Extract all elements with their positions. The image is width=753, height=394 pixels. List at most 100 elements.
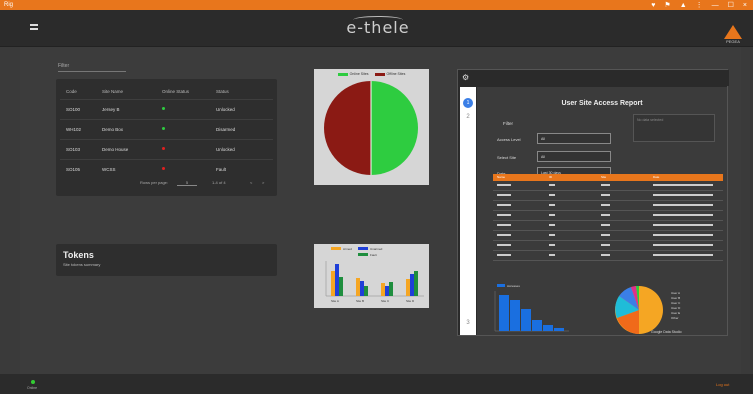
bar [406,279,410,296]
bar [335,264,339,296]
table-row[interactable]: SO105 WCSS Fault [56,159,277,179]
bar-category-label: Site B [356,299,364,303]
bar-legend-text: Unarmed [370,247,383,251]
report-footer: Google Data Studio [651,330,682,334]
bar [331,271,335,296]
tray-icon[interactable]: ⚑ [664,1,670,9]
table-row[interactable]: SO103 Demo House Unlocked [56,139,277,159]
side-nav-item[interactable]: 2 [463,114,473,120]
rows-per-page-select[interactable]: 5 [177,180,197,186]
col-header-status[interactable]: Status [216,89,229,94]
report-window: ⚙ 1 2 3 User Site Access Report Filter A… [457,69,729,336]
pie-slice-online [371,81,418,175]
prev-page-button[interactable]: < [250,180,252,185]
cell-code: WH102 [66,127,82,132]
pie-legend-text: User B [671,296,680,300]
report-side-nav: 1 2 3 [460,87,476,335]
cell-status: Unlocked [216,147,235,152]
bar [543,325,553,331]
bar-category-label: Site A [331,299,339,303]
col-header[interactable]: Name [497,175,505,179]
info-box: No data selected [633,114,715,142]
cell-status: Unlocked [216,107,235,112]
report-row [493,202,723,211]
filter-input[interactable] [58,71,126,72]
col-header-online[interactable]: Online Status [162,89,189,94]
bar [385,286,389,296]
bar [410,274,414,296]
maximize-button[interactable]: ☐ [728,1,734,9]
hamburger-menu-icon[interactable] [30,24,38,30]
bar-svg: Armed Unarmed Fault Site A Site B Site C… [325,247,424,303]
sites-table: Code Site Name Online Status Status SO10… [56,79,277,196]
bar-category-label: Site C [381,299,390,303]
bar [521,309,531,331]
bar-legend-text: Fault [370,253,377,257]
status-bar: Online Log out [0,374,753,394]
pie-legend-text: User D [671,306,681,310]
gear-icon[interactable]: ⚙ [462,73,469,82]
online-status-pie-chart: Online Sites Offline Sites [314,69,429,185]
table-row[interactable]: WH102 Demo Box Disarmed [56,119,277,139]
window-controls: ♥ ⚑ ▲ ⋮ — ☐ × [651,0,747,10]
brand-logo: PEGEA [724,25,742,45]
bar-legend-text: Armed [343,247,352,251]
side-nav-item[interactable]: 1 [463,98,473,108]
bar [532,320,542,331]
tokens-subtitle: Site tokens summary [63,262,101,267]
side-nav-item[interactable]: 3 [463,320,473,326]
window-title: Rig [4,2,14,8]
col-header-site[interactable]: Site Name [102,89,123,94]
pie-svg [324,81,418,175]
table-row[interactable]: SO100 Jersey B Unlocked [56,99,277,119]
bar [414,271,418,296]
pie-legend-text: User C [671,301,681,305]
cell-status: Disarmed [216,127,236,132]
field-label: Access Level [497,137,521,142]
bar [389,282,393,296]
report-table-header: Name ID Site Date [493,174,723,181]
bar [510,300,520,331]
more-icon[interactable]: ⋮ [696,1,703,9]
bar [356,278,360,296]
col-header[interactable]: Site [601,175,606,179]
report-row [493,252,723,261]
report-toolbar: ⚙ [458,70,729,86]
report-title: User Site Access Report [561,100,643,107]
offline-status-dot [162,167,165,170]
cell-name: Jersey B [102,107,120,112]
pie-legend-text: Other [671,316,679,320]
report-row [493,232,723,241]
cell-code: SO100 [66,107,81,112]
report-row [493,212,723,221]
cell-name: Demo House [102,147,129,152]
site-select[interactable]: All [537,151,611,162]
report-bar-chart: Accesses [491,283,571,333]
bar [360,281,364,296]
report-table: Name ID Site Date [493,174,723,264]
report-pie-chart: User A User B User C User D User E Other… [609,283,719,335]
offline-status-dot [162,147,165,150]
app-logo: e-thele [346,16,410,37]
tray-icon[interactable]: ▲ [680,2,687,9]
tray-icon[interactable]: ♥ [651,2,655,9]
online-status-dot [162,107,165,110]
pie-legend-text: User E [671,311,680,315]
minimize-button[interactable]: — [712,2,719,9]
access-level-select[interactable]: All [537,133,611,144]
col-header[interactable]: Date [653,175,659,179]
field-label: Select Site [497,155,517,160]
col-header-code[interactable]: Code [66,89,77,94]
pie-legend-text: User A [671,291,680,295]
logout-button[interactable]: Log out [716,382,729,387]
cell-name: WCSS [102,167,116,172]
close-button[interactable]: × [743,2,747,9]
next-page-button[interactable]: > [262,180,264,185]
tokens-card[interactable]: Tokens Site tokens summary [56,244,277,276]
connection-status-icon [31,380,35,384]
cell-status: Fault [216,167,227,172]
rows-per-page-label: Rows per page: [140,180,169,185]
bar [554,328,564,331]
col-header[interactable]: ID [549,175,552,179]
report-filter-label: Filter [503,121,513,126]
